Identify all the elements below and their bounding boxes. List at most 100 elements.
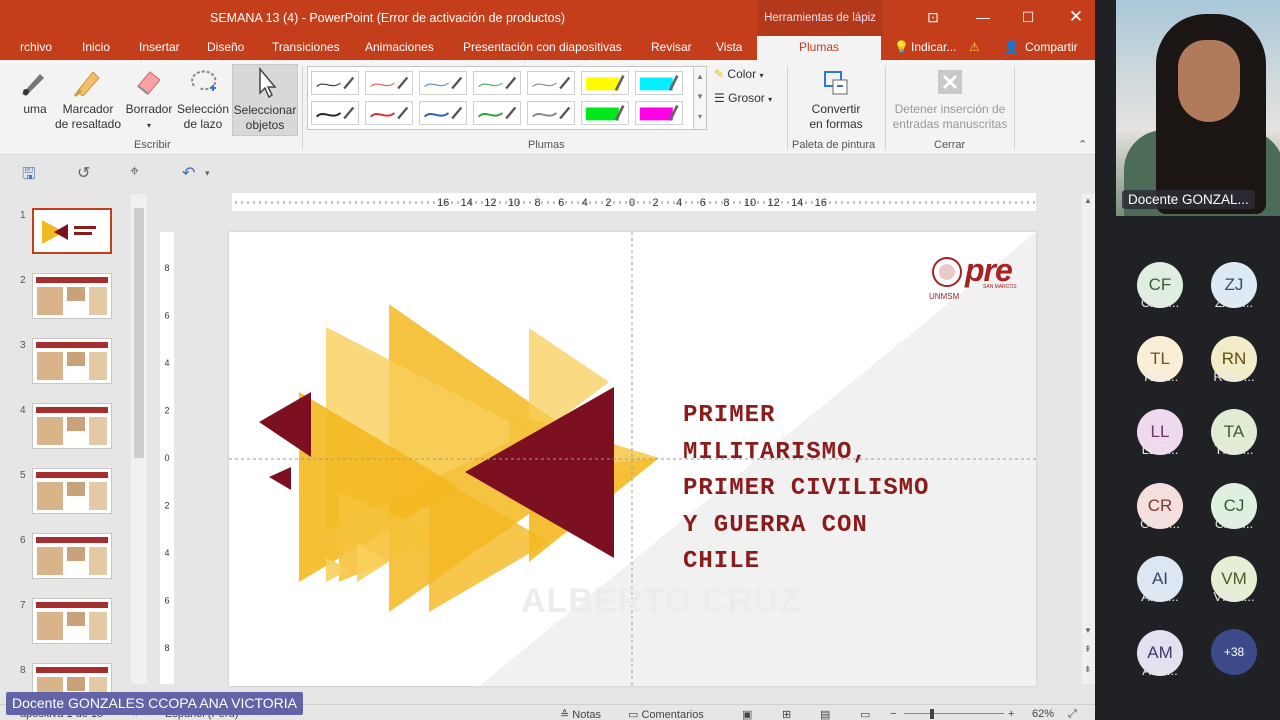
slide-thumbnail[interactable] [32, 338, 112, 384]
lasso-button[interactable]: Selección de lazo [175, 66, 231, 132]
more-participants-button[interactable]: +38 [1211, 629, 1257, 675]
pen-gallery [307, 66, 707, 130]
tab-archivo[interactable]: rchivo [20, 40, 52, 54]
tell-me-box[interactable]: Indicar... [911, 40, 956, 54]
fit-slide-icon[interactable]: ⤢ [1068, 708, 1077, 720]
redo-icon[interactable]: ↺ [77, 163, 90, 183]
notes-button[interactable]: ≙ Notas [560, 708, 601, 720]
title-line: PRIMER CIVILISMO [683, 475, 930, 502]
pen-swatch[interactable] [527, 71, 575, 95]
tab-plumas[interactable]: Plumas [757, 36, 882, 60]
pen-swatch[interactable] [365, 71, 413, 95]
ruler-tick-label: 4 [164, 548, 169, 558]
tab-vista[interactable]: Vista [716, 40, 742, 54]
touch-mode-icon[interactable]: ⌖ [130, 163, 139, 181]
maximize-icon[interactable]: ☐ [1013, 6, 1043, 28]
slide-thumbnail[interactable] [32, 598, 112, 644]
minimize-icon[interactable]: — [968, 6, 998, 28]
convert-to-shapes-button[interactable]: Convertir en formas [800, 66, 872, 132]
slide-thumbnail[interactable] [32, 208, 112, 254]
group-separator [885, 66, 886, 150]
scroll-down-icon[interactable]: ▼ [1084, 626, 1092, 635]
slide-scrollbar[interactable]: ▲ ▼ ⇞ ⇟ [1082, 194, 1095, 684]
thickness-button[interactable]: ☰ Grosor ▾ [714, 91, 772, 105]
pen-swatch[interactable] [527, 101, 575, 125]
pen-swatch[interactable] [311, 101, 359, 125]
share-button[interactable]: Compartir [1025, 40, 1078, 54]
gallery-scroll[interactable]: ▲ ▼ ▾ [693, 66, 707, 130]
pen-swatch[interactable] [311, 71, 359, 95]
select-objects-label-2: objetos [245, 118, 285, 132]
scrollbar-thumb[interactable] [134, 208, 144, 458]
next-slide-icon[interactable]: ⇟ [1084, 664, 1092, 675]
tab-animaciones[interactable]: Animaciones [365, 40, 434, 54]
scroll-up-icon[interactable]: ▲ [1084, 196, 1092, 205]
zoom-slider[interactable] [904, 713, 1004, 714]
zoom-slider-thumb[interactable] [930, 709, 934, 719]
select-objects-button[interactable]: Seleccionar objetos [232, 64, 298, 136]
zoom-level[interactable]: 62% [1032, 708, 1054, 720]
slide-canvas[interactable]: pre SAN MARCOS UNMSM PRIMER MILITARISMO,… [229, 232, 1036, 686]
slide-thumbnail[interactable] [32, 468, 112, 514]
ribbon-display-icon[interactable]: ⊡ [918, 6, 948, 28]
ruler-tick-label: 16 [815, 197, 827, 209]
slide-thumbnail[interactable] [32, 273, 112, 319]
cursor-icon [259, 67, 277, 99]
stop-inking-button[interactable]: Detener inserción de entradas manuscrita… [890, 66, 1010, 132]
slideshow-icon[interactable]: ▭ [860, 708, 870, 720]
color-label: Color [727, 67, 757, 81]
zoom-in-icon[interactable]: + [1008, 708, 1014, 720]
slide-thumbnail[interactable] [32, 403, 112, 449]
presenter-video-tile[interactable]: Docente GONZAL... [1116, 0, 1280, 216]
select-objects-label-1: Seleccionar [233, 103, 297, 117]
collapse-ribbon-icon[interactable]: ⌃ [1078, 138, 1087, 151]
participant-name: VIDA... [1213, 589, 1255, 604]
pen-swatch[interactable] [581, 101, 629, 125]
zoom-out-icon[interactable]: − [890, 708, 896, 720]
save-icon[interactable]: 🖫 [22, 163, 36, 190]
pen-swatch[interactable] [635, 71, 683, 95]
group-cerrar-label: Cerrar [934, 139, 966, 151]
pen-swatch[interactable] [419, 101, 467, 125]
warning-icon[interactable]: ⚠ [969, 40, 980, 54]
pen-stroke-icon [316, 76, 355, 90]
tab-diseno[interactable]: Diseño [207, 40, 244, 54]
pen-stroke-icon [315, 106, 355, 120]
thickness-icon: ☰ [714, 91, 725, 105]
slide-sorter-icon[interactable]: ⊞ [782, 708, 791, 720]
undo-icon[interactable]: ↶ [182, 163, 195, 183]
pen-swatch[interactable] [419, 71, 467, 95]
normal-view-icon[interactable]: ▣ [742, 708, 752, 720]
color-button[interactable]: ✎ Color ▾ [714, 67, 763, 81]
chevron-down-icon[interactable]: ▾ [205, 168, 210, 179]
close-icon[interactable]: ✕ [1061, 6, 1091, 28]
pen-swatch[interactable] [473, 71, 521, 95]
ruler-tick-label: 2 [164, 406, 169, 416]
thumbnails-scrollbar[interactable] [131, 194, 147, 684]
pen-swatch[interactable] [365, 101, 413, 125]
pen-button[interactable]: uma [20, 66, 50, 117]
reading-view-icon[interactable]: ▤ [820, 708, 830, 720]
slide-thumbnail[interactable] [32, 533, 112, 579]
pen-swatch[interactable] [473, 101, 521, 125]
ruler-tick-label: 14 [461, 197, 473, 209]
highlighter-swatch-icon [585, 105, 625, 121]
highlighter-button[interactable]: Marcador de resaltado [52, 66, 124, 132]
thumbnail-number: 3 [20, 340, 26, 351]
slide-title[interactable]: PRIMER MILITARISMO, PRIMER CIVILISMO Y G… [683, 398, 1013, 581]
tab-insertar[interactable]: Insertar [139, 40, 180, 54]
group-escribir-label: Escribir [134, 139, 171, 151]
tab-inicio[interactable]: Inicio [82, 40, 110, 54]
comments-button[interactable]: ▭ Comentarios [628, 708, 704, 720]
tab-presentacion[interactable]: Presentación con diapositivas [463, 40, 622, 54]
lasso-label-2: de lazo [183, 117, 223, 131]
previous-slide-icon[interactable]: ⇞ [1084, 644, 1092, 655]
eraser-button[interactable]: Borrador ▾ [124, 66, 174, 133]
thumbnail-number: 4 [20, 405, 26, 416]
pen-swatch[interactable] [581, 71, 629, 95]
video-person-face [1178, 40, 1240, 122]
tab-revisar[interactable]: Revisar [651, 40, 692, 54]
tab-transiciones[interactable]: Transiciones [272, 40, 340, 54]
pen-swatch[interactable] [635, 101, 683, 125]
title-line: Y GUERRA CON [683, 511, 868, 539]
